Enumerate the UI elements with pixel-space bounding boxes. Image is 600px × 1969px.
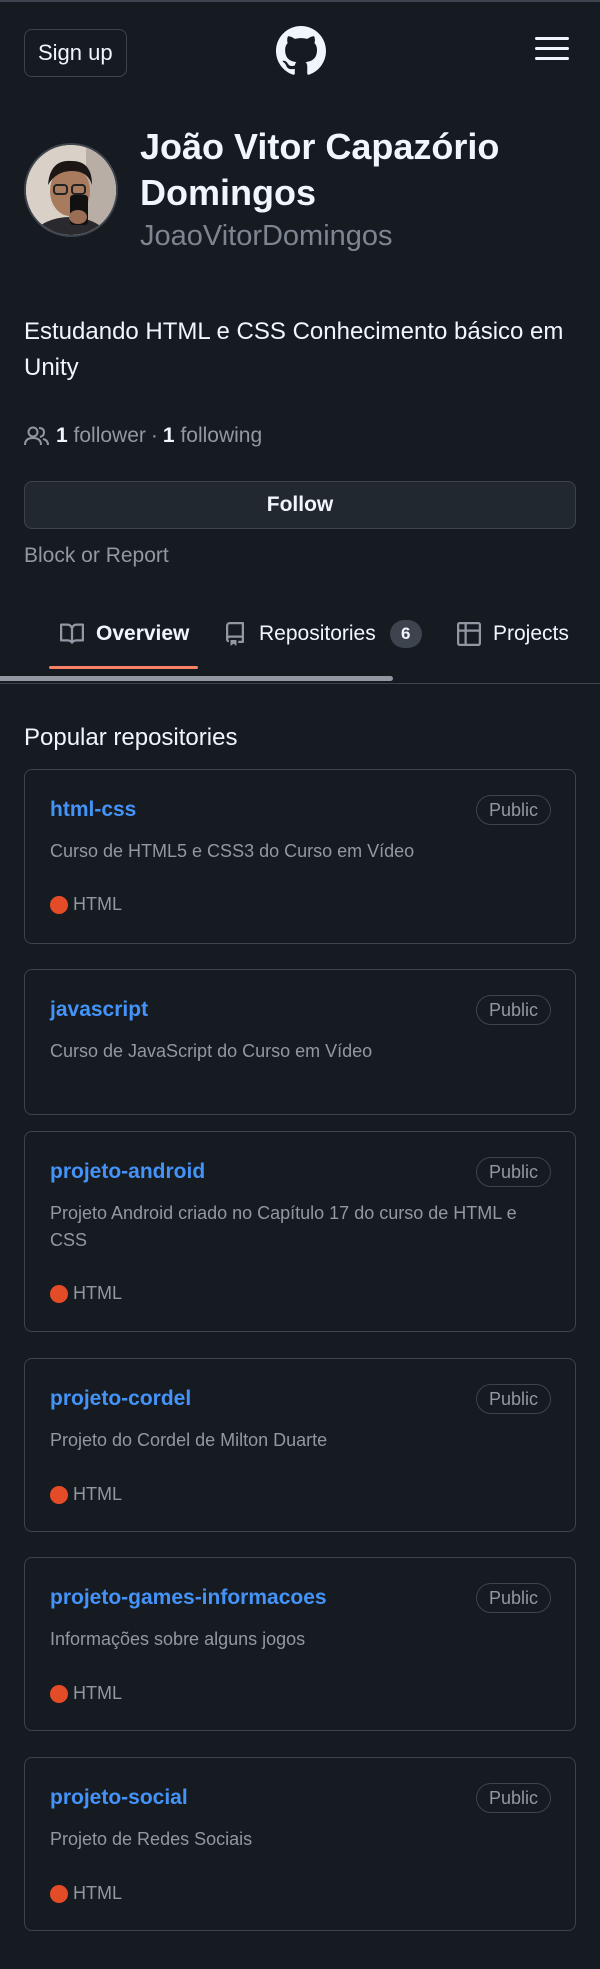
- follow-button[interactable]: Follow: [24, 481, 576, 529]
- followers-link[interactable]: 1 follower: [56, 424, 146, 448]
- repo-language: HTML: [50, 894, 122, 915]
- selected-tab-underline: [49, 666, 198, 669]
- profile-username: JoaoVitorDomingos: [140, 220, 393, 252]
- avatar[interactable]: [24, 143, 118, 237]
- followers-label: follower: [73, 424, 146, 447]
- language-color-dot: [50, 1284, 68, 1303]
- repo-name-link[interactable]: projeto-games-informacoes: [50, 1584, 327, 1612]
- block-or-report-link[interactable]: Block or Report: [24, 541, 169, 571]
- tab-overview-label: Overview: [96, 622, 190, 645]
- tab-projects[interactable]: Projects: [457, 616, 569, 652]
- popular-repositories-heading: Popular repositories: [24, 724, 238, 751]
- repositories-counter: 6: [389, 620, 422, 648]
- repo-description: Projeto Android criado no Capítulo 17 do…: [50, 1203, 517, 1250]
- visibility-badge: Public: [475, 1583, 551, 1613]
- language-label: HTML: [73, 1484, 122, 1504]
- people-icon: [24, 426, 49, 446]
- repo-card: javascript Public Curso de JavaScript do…: [24, 969, 576, 1115]
- language-label: HTML: [73, 1683, 122, 1703]
- repo-name-link[interactable]: projeto-social: [50, 1784, 188, 1812]
- repo-card: html-css Public Curso de HTML5 e CSS3 do…: [24, 769, 576, 944]
- language-label: HTML: [73, 1883, 122, 1903]
- repo-description: Informações sobre alguns jogos: [50, 1629, 306, 1649]
- top-header: Sign up: [0, 0, 600, 100]
- follow-stats: 1 follower · 1 following: [24, 424, 262, 448]
- repo-description: Curso de JavaScript do Curso em Vídeo: [50, 1041, 373, 1061]
- repo-language: HTML: [50, 1683, 122, 1704]
- table-icon: [457, 622, 481, 646]
- visibility-badge: Public: [475, 795, 551, 825]
- tab-repositories-label: Repositories: [259, 622, 376, 645]
- profile-full-name: João Vitor Capazório Domingos: [140, 126, 500, 213]
- sign-up-button[interactable]: Sign up: [24, 29, 127, 77]
- visibility-badge: Public: [475, 1157, 551, 1187]
- repo-description: Projeto do Cordel de Milton Duarte: [50, 1430, 328, 1450]
- repo-card: projeto-cordel Public Projeto do Cordel …: [24, 1358, 576, 1532]
- repo-name-link[interactable]: projeto-android: [50, 1158, 205, 1186]
- language-color-dot: [50, 895, 68, 914]
- tab-repositories[interactable]: Repositories 6: [223, 616, 422, 652]
- language-label: HTML: [73, 1283, 122, 1303]
- language-label: HTML: [73, 894, 122, 914]
- repo-name-link[interactable]: javascript: [50, 996, 148, 1024]
- profile-tabs: Overview Repositories 6 Projects: [0, 600, 600, 684]
- repo-card: projeto-android Public Projeto Android c…: [24, 1131, 576, 1332]
- following-link[interactable]: 1 following: [163, 424, 262, 448]
- tabs-divider: [0, 683, 600, 684]
- repo-language: HTML: [50, 1883, 122, 1904]
- profile-bio: Estudando HTML e CSS Conhecimento básico…: [24, 318, 564, 381]
- followers-count: 1: [56, 424, 68, 447]
- language-color-dot: [50, 1485, 68, 1504]
- repo-language: HTML: [50, 1484, 122, 1505]
- avatar-photo: [26, 145, 116, 235]
- following-count: 1: [162, 424, 175, 447]
- tabs-scrollbar[interactable]: [0, 676, 393, 681]
- visibility-badge: Public: [475, 995, 551, 1025]
- language-color-dot: [50, 1684, 68, 1703]
- repo-icon: [226, 622, 244, 646]
- repo-language: HTML: [50, 1283, 122, 1304]
- repo-card: projeto-social Public Projeto de Redes S…: [24, 1757, 576, 1931]
- github-icon[interactable]: [276, 26, 326, 76]
- visibility-badge: Public: [475, 1384, 551, 1414]
- repo-name-link[interactable]: html-css: [50, 796, 136, 824]
- following-label: following: [180, 424, 263, 447]
- hamburger-menu-icon[interactable]: [535, 36, 571, 62]
- repo-name-link[interactable]: projeto-cordel: [50, 1385, 191, 1413]
- book-icon: [60, 623, 84, 644]
- repo-description: Projeto de Redes Sociais: [50, 1829, 253, 1849]
- follow-separator: ·: [150, 424, 158, 447]
- tab-overview[interactable]: Overview: [60, 616, 189, 652]
- visibility-badge: Public: [475, 1783, 551, 1813]
- language-color-dot: [50, 1884, 68, 1903]
- repo-description: Curso de HTML5 e CSS3 do Curso em Vídeo: [50, 841, 415, 861]
- tab-projects-label: Projects: [493, 622, 569, 645]
- repo-card: projeto-games-informacoes Public Informa…: [24, 1557, 576, 1731]
